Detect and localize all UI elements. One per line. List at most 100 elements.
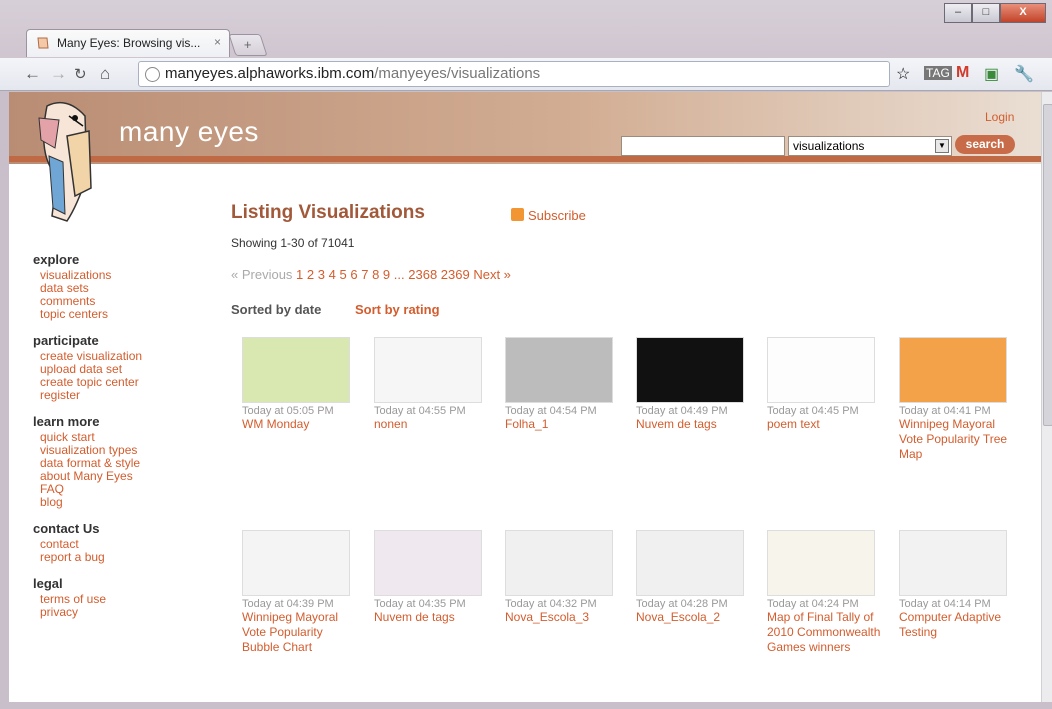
browser-toolbar: ← → ↻ ⌂ manyeyes.alphaworks.ibm.com/many…	[0, 58, 1052, 91]
sidebar-nav: explore visualizations data sets comment…	[33, 252, 193, 631]
bookmark-star-icon[interactable]: ☆	[896, 64, 910, 84]
login-link[interactable]: Login	[985, 110, 1014, 124]
visualization-thumbnail[interactable]	[636, 337, 744, 403]
visualization-card[interactable]: Today at 04:55 PM nonen	[374, 337, 492, 432]
visualization-thumbnail[interactable]	[505, 530, 613, 596]
pager-page[interactable]: 1	[296, 267, 303, 282]
visualization-timestamp: Today at 05:05 PM	[242, 405, 334, 417]
visualization-card[interactable]: Today at 04:45 PM poem text	[767, 337, 885, 432]
visualization-title-link[interactable]: Winnipeg Mayoral Vote Popularity Tree Ma…	[899, 417, 1017, 462]
visualization-card[interactable]: Today at 04:39 PM Winnipeg Mayoral Vote P…	[242, 530, 360, 655]
visualization-thumbnail[interactable]	[374, 530, 482, 596]
sort-by-rating-link[interactable]: Sort by rating	[355, 302, 440, 317]
pager-page[interactable]: 2369	[441, 267, 470, 282]
visualization-thumbnail[interactable]	[505, 337, 613, 403]
visualization-card[interactable]: Today at 04:24 PM Map of Final Tally of 2…	[767, 530, 885, 655]
visualization-timestamp: Today at 04:41 PM	[899, 405, 991, 417]
visualization-thumbnail[interactable]	[242, 530, 350, 596]
address-bar[interactable]: manyeyes.alphaworks.ibm.com/manyeyes/vis…	[138, 61, 890, 87]
pager-page[interactable]: 5	[339, 267, 346, 282]
visualization-title-link[interactable]: Nuvem de tags	[636, 417, 754, 432]
url-path: /manyeyes/visualizations	[374, 65, 541, 82]
pager-page[interactable]: 9	[383, 267, 390, 282]
sidebar-item-topic-centers[interactable]: topic centers	[33, 308, 193, 321]
pager-page[interactable]: 4	[329, 267, 336, 282]
new-tab-button[interactable]: +	[228, 34, 268, 56]
visualization-title-link[interactable]: Folha_1	[505, 417, 623, 432]
site-header: many eyes Login visualizations ▼ search	[9, 92, 1041, 164]
tag-extension-icon[interactable]: TAG	[924, 66, 952, 80]
pager-page[interactable]: 2368	[408, 267, 437, 282]
sidebar-heading: participate	[33, 333, 99, 348]
forward-arrow-icon[interactable]: →	[50, 64, 67, 84]
search-button[interactable]: search	[955, 135, 1015, 154]
visualization-timestamp: Today at 04:45 PM	[767, 405, 859, 417]
pagination: « Previous 1 2 3 4 5 6 7 8 9 ... 2368 23…	[231, 267, 511, 282]
visualization-card[interactable]: Today at 04:35 PM Nuvem de tags	[374, 530, 492, 625]
page-title: Listing Visualizations	[231, 202, 425, 223]
sidebar-item-register[interactable]: register	[33, 389, 193, 402]
visualization-card[interactable]: Today at 04:54 PM Folha_1	[505, 337, 623, 432]
rss-icon[interactable]	[511, 208, 524, 221]
visualization-thumbnail[interactable]	[636, 530, 744, 596]
pager-page[interactable]: 2	[307, 267, 314, 282]
visualization-card[interactable]: Today at 04:41 PM Winnipeg Mayoral Vote P…	[899, 337, 1017, 462]
visualization-title-link[interactable]: Winnipeg Mayoral Vote Popularity Bubble …	[242, 610, 360, 655]
page-scrollbar[interactable]	[1041, 92, 1052, 702]
pager-page[interactable]: 3	[318, 267, 325, 282]
visualization-thumbnail[interactable]	[767, 530, 875, 596]
visualization-title-link[interactable]: Map of Final Tally of 2010 Commonwealth …	[767, 610, 885, 655]
scrollbar-thumb[interactable]	[1043, 104, 1052, 426]
gmail-icon[interactable]: M	[956, 64, 969, 82]
tab-title: Many Eyes: Browsing vis...	[57, 36, 201, 50]
reload-icon[interactable]: ↻	[74, 65, 87, 83]
visualization-thumbnail[interactable]	[899, 337, 1007, 403]
visualization-timestamp: Today at 04:39 PM	[242, 598, 334, 610]
maximize-button[interactable]: □	[972, 3, 1000, 23]
back-arrow-icon[interactable]: ←	[24, 64, 41, 84]
wrench-icon[interactable]: 🔧	[1014, 64, 1034, 84]
globe-icon	[145, 67, 160, 82]
close-window-button[interactable]: X	[1000, 3, 1046, 23]
site-brand[interactable]: many eyes	[119, 116, 259, 148]
visualization-title-link[interactable]: WM Monday	[242, 417, 360, 432]
visualization-title-link[interactable]: poem text	[767, 417, 885, 432]
visualization-card[interactable]: Today at 04:14 PM Computer Adaptive Testi…	[899, 530, 1017, 640]
browser-tab[interactable]: Many Eyes: Browsing vis... ×	[26, 29, 230, 57]
sidebar-item-blog[interactable]: blog	[33, 496, 193, 509]
minimize-button[interactable]: –	[944, 3, 972, 23]
visualization-thumbnail[interactable]	[374, 337, 482, 403]
page-viewport: many eyes Login visualizations ▼ search …	[9, 92, 1041, 702]
visualization-thumbnail[interactable]	[767, 337, 875, 403]
visualization-title-link[interactable]: Nuvem de tags	[374, 610, 492, 625]
subscribe-link[interactable]: Subscribe	[528, 208, 586, 223]
visualization-thumbnail[interactable]	[899, 530, 1007, 596]
sidebar-item-privacy[interactable]: privacy	[33, 606, 193, 619]
visualization-title-link[interactable]: Nova_Escola_3	[505, 610, 623, 625]
many-eyes-logo[interactable]	[27, 96, 127, 222]
tab-close-icon[interactable]: ×	[214, 35, 221, 49]
search-input[interactable]	[621, 136, 785, 156]
visualization-card[interactable]: Today at 05:05 PM WM Monday	[242, 337, 360, 432]
sidebar-heading: legal	[33, 576, 63, 591]
pager-page[interactable]: 7	[361, 267, 368, 282]
visualization-title-link[interactable]: nonen	[374, 417, 492, 432]
home-icon[interactable]: ⌂	[100, 64, 110, 84]
search-type-value: visualizations	[793, 139, 865, 153]
search-type-select[interactable]: visualizations ▼	[788, 136, 952, 156]
extension-icon[interactable]: ▣	[984, 64, 999, 84]
pager-page[interactable]: 6	[350, 267, 357, 282]
sidebar-item-report-bug[interactable]: report a bug	[33, 551, 193, 564]
result-count: Showing 1-30 of 71041	[231, 236, 355, 250]
visualization-card[interactable]: Today at 04:28 PM Nova_Escola_2	[636, 530, 754, 625]
sort-current-label: Sorted by date	[231, 302, 322, 317]
visualization-card[interactable]: Today at 04:49 PM Nuvem de tags	[636, 337, 754, 432]
pager-page[interactable]: 8	[372, 267, 379, 282]
visualization-card[interactable]: Today at 04:32 PM Nova_Escola_3	[505, 530, 623, 625]
visualization-thumbnail[interactable]	[242, 337, 350, 403]
sidebar-heading: contact Us	[33, 521, 100, 536]
visualization-title-link[interactable]: Computer Adaptive Testing	[899, 610, 1017, 640]
pager-next[interactable]: Next »	[473, 267, 511, 282]
visualization-title-link[interactable]: Nova_Escola_2	[636, 610, 754, 625]
pager-previous: « Previous	[231, 267, 293, 282]
